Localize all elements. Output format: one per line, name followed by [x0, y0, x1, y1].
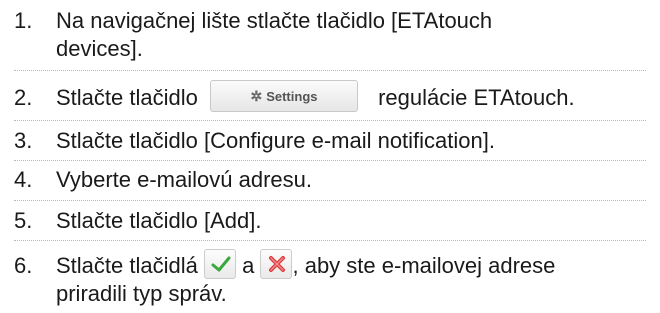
step-2-number: 2. [14, 85, 33, 110]
instruction-steps: 1. Na navigačnej lište stlačte tlačidlo … [0, 0, 660, 313]
step-5-number: 5. [14, 208, 33, 233]
cross-icon [269, 256, 286, 273]
step-6-text-before: Stlačte tlačidlá [56, 253, 198, 278]
step-6-line-2: priradili typ správ. [56, 281, 227, 306]
step-4-number: 4. [14, 167, 33, 192]
step-6-number: 6. [14, 253, 33, 278]
check-icon [211, 256, 231, 272]
step-1-text: Na navigačnej lište stlačte tlačidlo [ET… [56, 7, 646, 63]
divider [14, 120, 646, 121]
step-2-text-after: regulácie ETAtouch. [378, 85, 575, 110]
confirm-button[interactable] [203, 249, 236, 280]
step-5-text: Stlačte tlačidlo [Add]. [56, 208, 262, 233]
settings-button[interactable]: ✲ Settings [209, 80, 358, 113]
step-3-number: 3. [14, 128, 33, 153]
divider [14, 200, 646, 201]
step-2-text: Stlačte tlačidlo ✲ Settings regulácie ETA… [56, 80, 646, 113]
step-6-text-after: , aby ste e-mailovej adrese [292, 253, 556, 278]
remove-button[interactable] [260, 249, 293, 280]
step-4-text: Vyberte e-mailovú adresu. [56, 167, 312, 192]
step-3-text: Stlačte tlačidlo [Configure e-mail notif… [56, 128, 495, 153]
gear-icon: ✲ [250, 88, 263, 105]
step-6-text: Stlačte tlačidlá a , aby ste e-mailovej … [56, 249, 646, 308]
step-2-text-before: Stlačte tlačidlo [56, 85, 198, 110]
divider [14, 160, 646, 161]
step-1-number: 1. [14, 8, 33, 33]
step-1-line-1: Na navigačnej lište stlačte tlačidlo [ET… [56, 8, 493, 33]
divider [14, 240, 646, 241]
step-6-text-between: a [242, 253, 255, 278]
divider [14, 70, 646, 71]
step-1-line-2: devices]. [56, 36, 143, 61]
settings-button-label: Settings [266, 89, 318, 105]
